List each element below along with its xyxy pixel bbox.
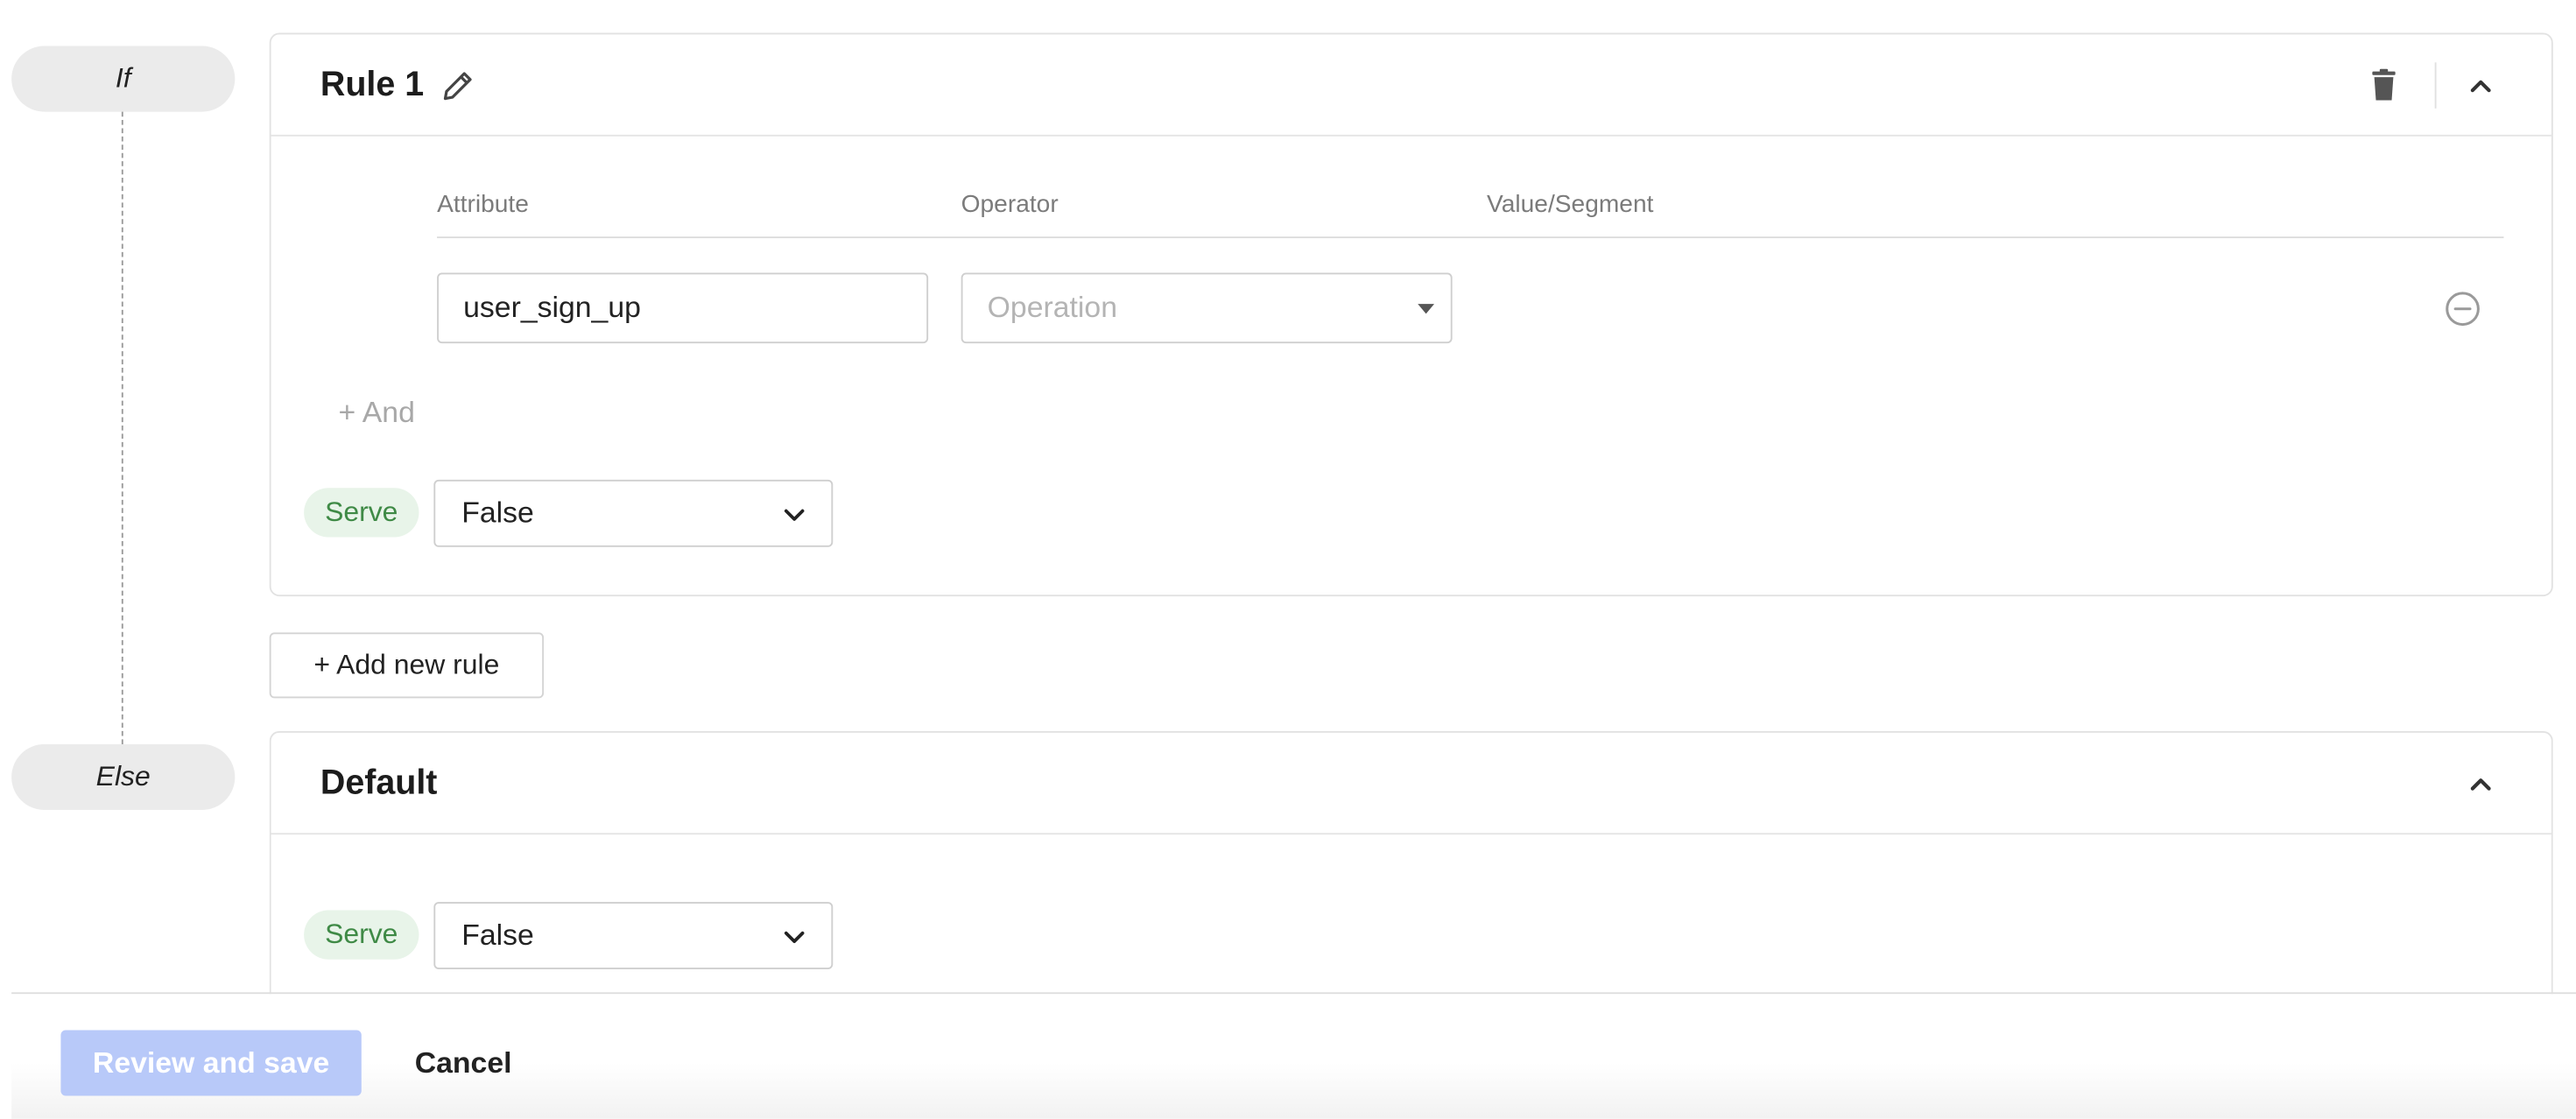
trash-icon[interactable] [2364,66,2404,105]
rule-card-header: Rule 1 [271,34,2551,137]
review-and-save-button[interactable]: Review and save [60,1030,362,1096]
targeting-rules-editor: If Else Rule 1 Attribute Operator Value/… [0,0,2576,1119]
add-new-rule-button[interactable]: + Add new rule [269,632,545,699]
operator-placeholder: Operation [987,291,1118,324]
flow-connector-line [121,111,123,744]
chevron-down-icon [784,509,805,521]
pencil-icon[interactable] [439,66,478,105]
rule-card: Rule 1 Attribute Operator Value/Segment … [269,32,2553,597]
default-title: Default [320,764,438,802]
default-serve-select[interactable]: False [433,902,834,970]
rule-title: Rule 1 [320,66,425,104]
cancel-button[interactable]: Cancel [390,1030,538,1095]
chevron-up-icon[interactable] [2463,67,2499,103]
default-card: Default Serve False [269,730,2553,1010]
else-label: Else [11,743,236,811]
minus-circle-icon[interactable] [2443,289,2482,328]
add-and-condition-link[interactable]: + And [339,396,415,430]
chevron-down-icon [784,931,805,943]
default-card-header: Default [271,733,2551,835]
serve-badge: Serve [304,910,419,960]
header-divider [2434,62,2437,109]
operator-column-header: Operator [961,190,1059,219]
caret-down-icon [1418,304,1435,314]
if-label: If [11,46,236,112]
value-column-header: Value/Segment [1487,190,1654,219]
serve-value: False [461,918,534,952]
attribute-column-header: Attribute [437,190,529,219]
serve-value: False [461,496,534,530]
chevron-up-icon[interactable] [2463,765,2499,801]
rule-serve-select[interactable]: False [433,479,834,547]
serve-badge: Serve [304,488,419,538]
attribute-input[interactable] [437,272,929,344]
column-header-divider [437,236,2504,239]
operator-select[interactable]: Operation [961,272,1453,344]
footer-action-bar: Review and save Cancel [11,992,2576,1119]
